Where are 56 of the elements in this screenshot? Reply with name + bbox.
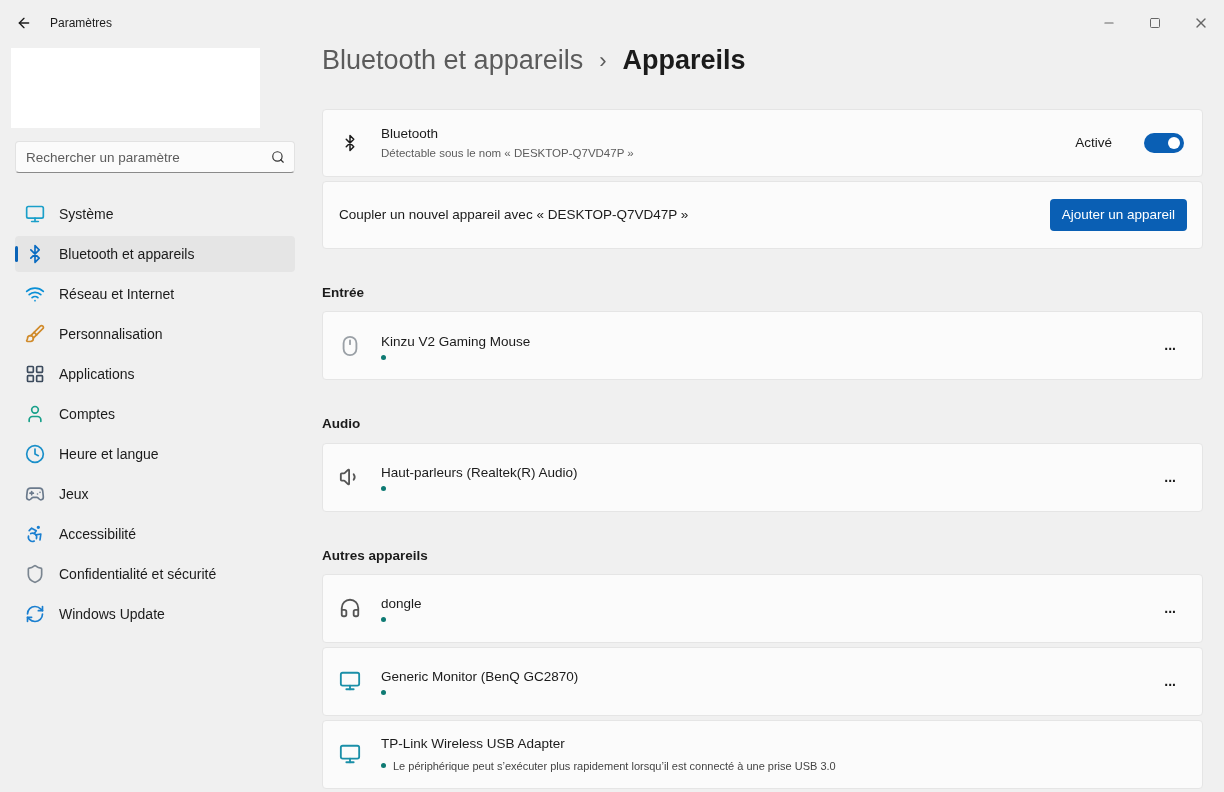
sidebar-item[interactable]: Système [15,196,295,232]
section-heading: Autres appareils [322,546,429,565]
more-button[interactable]: ... [1164,597,1176,619]
section-heading: Entrée [322,284,366,302]
monitor-icon [25,204,45,224]
window-title: Paramètres [50,15,113,32]
more-button[interactable]: ... [1164,335,1176,357]
clock-icon [25,444,45,464]
shield-icon [25,564,45,584]
maximize-icon[interactable] [1149,17,1161,29]
sidebar-item[interactable]: Applications [15,356,295,392]
device-name: Generic Monitor (BenQ GC2870) [381,668,579,687]
sidebar-item[interactable]: Personnalisation [15,316,295,352]
sidebar-item[interactable]: Bluetooth et appareils [15,236,295,272]
user-icon [25,404,45,424]
apps-icon [25,364,45,384]
sidebar-item[interactable]: Comptes [15,396,295,432]
search-field[interactable]: Rechercher un paramètre [15,141,295,173]
more-button[interactable]: ... [1164,670,1176,692]
brush-icon [25,324,45,344]
more-button[interactable]: ... [1164,466,1176,488]
sidebar-item[interactable]: Réseau et Internet [15,276,295,312]
pairing-text: Coupler un nouvel appareil avec « DESKTOP-Q7VD47P » [339,205,689,224]
monitor-icon [339,743,361,766]
device-row[interactable]: dongle ... [322,573,1203,643]
sidebar-item[interactable]: Confidentialité et sécurité [15,556,295,592]
sidebar-item[interactable]: Heure et langue [15,436,295,472]
bluetooth-toggle[interactable] [1144,133,1184,153]
device-status: Le périphérique peut s’exécuter plus rapidement lorsqu’il est connecté à une prise USB 3.0 [393,758,836,774]
search-icon [271,150,285,164]
device-row[interactable]: Kinzu V2 Gaming Mouse ... [322,311,1203,381]
headphones-icon [339,597,361,620]
sidebar-item[interactable]: Accessibilité [15,516,295,552]
section-heading: Audio [322,415,362,434]
sidebar-item[interactable]: Windows Update [15,596,295,632]
sidebar-item[interactable]: Jeux [15,476,295,512]
page-title: Appareils [622,43,746,77]
add-device-button[interactable]: Ajouter un appareil [1049,199,1187,231]
toggle-state: Activé [1075,133,1112,152]
device-name: TP-Link Wireless USB Adapter [381,735,566,754]
device-row[interactable]: Haut-parleurs (Realtek(R) Audio) ... [322,442,1203,512]
breadcrumb-separator: › [599,46,607,75]
bluetooth-subtitle: Détectable sous le nom « DESKTOP-Q7VD47P » [381,145,634,161]
device-name: dongle [381,595,422,614]
breadcrumb-parent[interactable]: Bluetooth et appareils [322,39,584,81]
gamepad-icon [25,484,45,504]
device-row[interactable]: TP-Link Wireless USB Adapter Le périphérique peut s’exécuter plus rapidement lorsqu’il est connecté à une prise USB 3.0 [322,719,1203,789]
wifi-icon [25,284,45,304]
bluetooth-title: Bluetooth [381,125,440,144]
accessibility-icon [25,524,45,544]
refresh-icon [25,604,45,624]
device-row[interactable]: Generic Monitor (BenQ GC2870) ... [322,646,1203,716]
device-name: Haut-parleurs (Realtek(R) Audio) [381,463,578,482]
monitor-icon [339,670,361,693]
back-icon[interactable] [16,15,32,31]
device-name: Kinzu V2 Gaming Mouse [381,332,531,351]
